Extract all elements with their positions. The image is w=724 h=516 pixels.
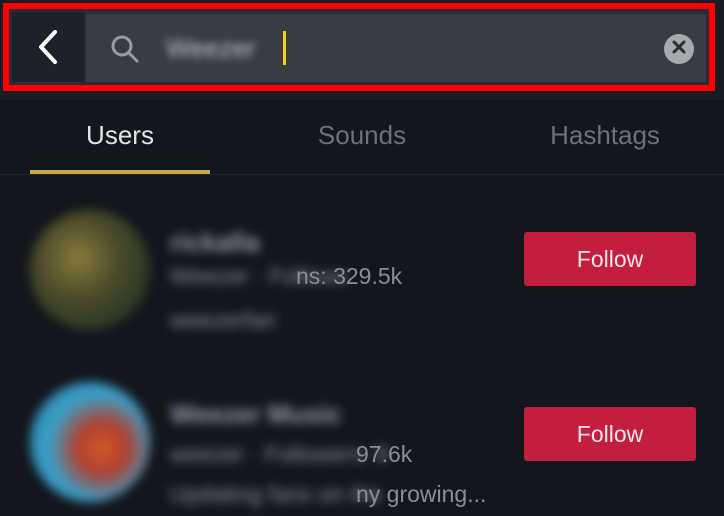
user-list-item[interactable]: rickalla Weezer · Follows ns: 329.5k wee… xyxy=(0,180,724,350)
text-caret xyxy=(283,31,286,65)
user-name[interactable]: Weezer Music xyxy=(170,396,341,432)
chevron-left-icon xyxy=(37,29,59,65)
avatar[interactable] xyxy=(30,382,150,502)
search-results-screen: Weezer Users Sounds Hashtags rickalla We… xyxy=(0,0,724,516)
user-name[interactable]: rickalla xyxy=(170,224,260,260)
tab-hashtags[interactable]: Hashtags xyxy=(500,100,710,174)
user-bio-text: ny growing... xyxy=(356,481,487,507)
active-tab-indicator xyxy=(30,170,210,174)
follow-button[interactable]: Follow xyxy=(524,232,696,286)
follow-button[interactable]: Follow xyxy=(524,407,696,461)
tab-sounds[interactable]: Sounds xyxy=(262,100,462,174)
search-header: Weezer xyxy=(0,0,724,100)
user-followers-count: ns: 329.5k xyxy=(296,263,403,289)
results-tabs: Users Sounds Hashtags xyxy=(0,100,724,175)
tab-users[interactable]: Users xyxy=(30,100,210,174)
clear-circle-icon xyxy=(672,40,686,59)
avatar[interactable] xyxy=(30,210,150,330)
search-input[interactable]: Weezer xyxy=(86,14,706,82)
user-bio-blurred: Updating fans on the xyxy=(170,481,383,507)
user-followers-count: 97.6k xyxy=(356,441,413,467)
user-list-item[interactable]: Weezer Music weezer · Followers: 8 97.6k… xyxy=(0,356,724,516)
user-bio-blurred: weezerfan xyxy=(170,307,277,333)
clear-search-button[interactable] xyxy=(664,34,694,64)
search-icon xyxy=(110,34,140,69)
search-query-text: Weezer xyxy=(166,33,256,63)
back-button[interactable] xyxy=(12,12,84,82)
